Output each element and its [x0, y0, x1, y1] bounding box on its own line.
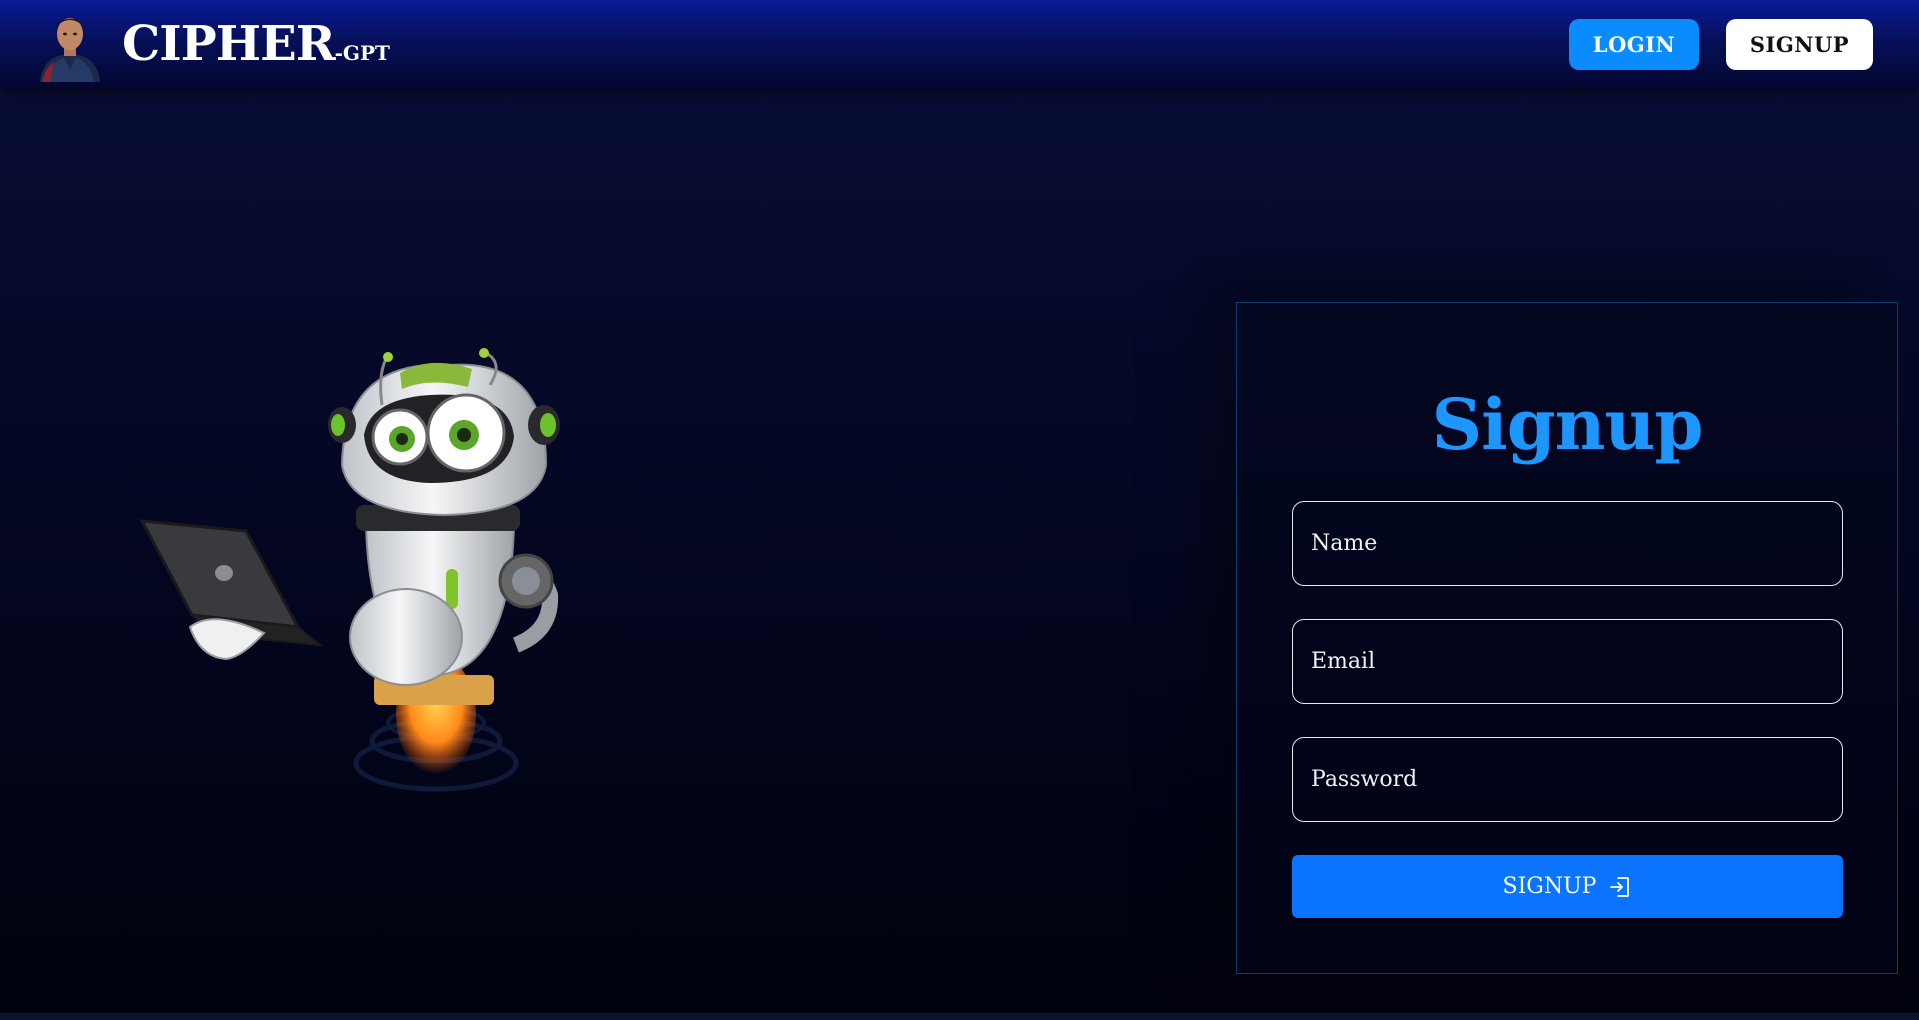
navbar: CIPHER-GPT LOGIN SIGNUP: [0, 0, 1919, 88]
signup-nav-button[interactable]: SIGNUP: [1726, 19, 1873, 70]
password-field[interactable]: [1292, 737, 1843, 822]
brand[interactable]: CIPHER-GPT: [34, 8, 390, 82]
brand-name-text: CIPHER: [122, 16, 336, 72]
name-field[interactable]: [1292, 501, 1843, 586]
brand-title: CIPHER-GPT: [122, 16, 390, 72]
brand-suffix: -GPT: [334, 41, 390, 65]
avatar: [34, 10, 106, 82]
login-button[interactable]: LOGIN: [1569, 19, 1699, 70]
footer-strip: [0, 1013, 1919, 1020]
login-arrow-icon: [1608, 875, 1632, 899]
robot-illustration: [130, 345, 570, 845]
email-field[interactable]: [1292, 619, 1843, 704]
signup-title: Signup: [1431, 383, 1704, 466]
signup-submit-label: SIGNUP: [1502, 874, 1597, 899]
signup-panel: Signup SIGNUP: [1236, 302, 1898, 974]
signup-submit-button[interactable]: SIGNUP: [1292, 855, 1843, 918]
